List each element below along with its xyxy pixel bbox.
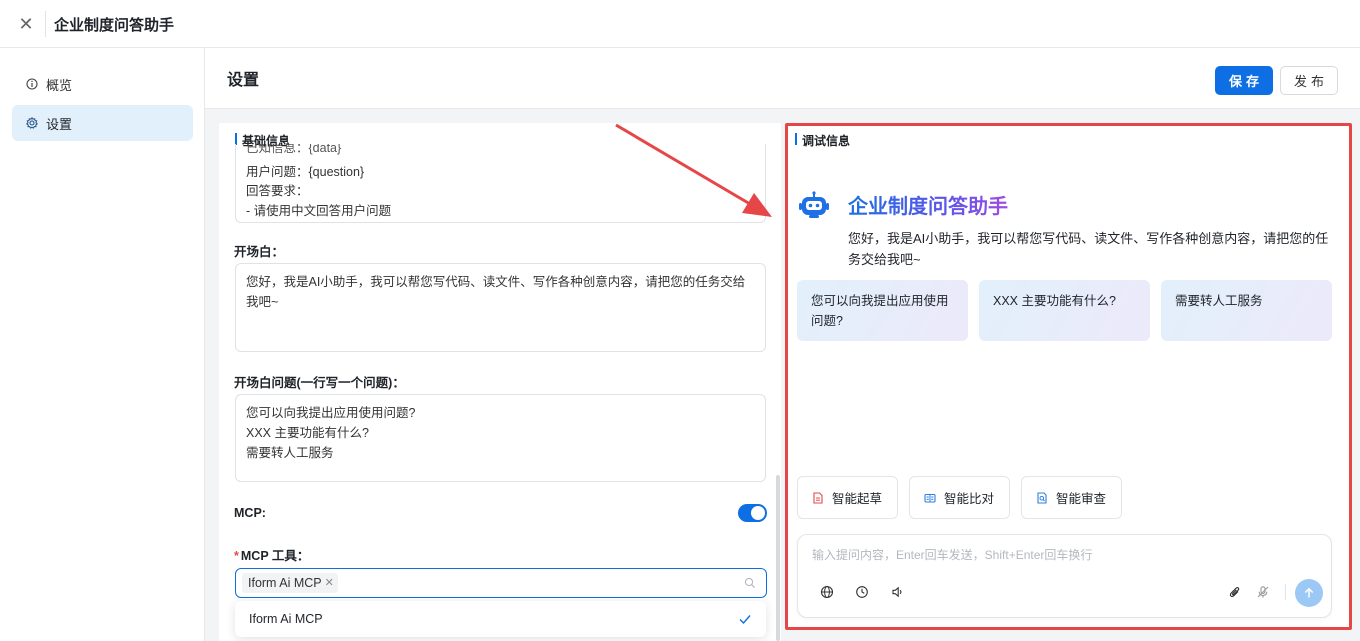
- prompt-line: 已知信息：{data}: [246, 144, 342, 155]
- sidebar-item-settings[interactable]: 设置: [12, 105, 193, 141]
- opening-questions-label: 开场白问题(一行写一个问题)：: [234, 376, 405, 390]
- mcp-toggle[interactable]: [738, 504, 767, 522]
- bot-name: 企业制度问答助手: [848, 190, 1008, 219]
- save-button[interactable]: 保存: [1215, 66, 1273, 95]
- tool-label: 智能审查: [1056, 492, 1107, 506]
- tool-label: 智能起草: [832, 492, 883, 506]
- attachment-icon[interactable]: [1228, 585, 1242, 599]
- prompt-textarea[interactable]: 已知信息：{data} 用户问题：{question} 回答要求： - 请使用中…: [235, 144, 766, 223]
- search-icon: [744, 577, 756, 589]
- info-circle-icon: [26, 78, 38, 90]
- selected-tag: Iform Ai MCP ✕: [242, 573, 338, 593]
- microphone-off-icon[interactable]: [1256, 585, 1270, 599]
- speaker-icon[interactable]: [891, 585, 905, 599]
- history-clock-icon[interactable]: [855, 585, 869, 599]
- app-title: 企业制度问答助手: [54, 17, 175, 34]
- send-button[interactable]: [1295, 579, 1323, 607]
- arrow-up-icon: [1304, 587, 1314, 598]
- sidebar-item-overview[interactable]: 概览: [12, 66, 193, 102]
- textarea-line: 我吧~: [246, 295, 279, 309]
- opening-label: 开场白：: [234, 245, 285, 259]
- page-title: 设置: [227, 72, 260, 89]
- section-title-debug: 调试信息: [795, 132, 850, 149]
- dropdown-option[interactable]: Iform Ai MCP: [235, 601, 766, 637]
- tool-label: 智能比对: [944, 492, 995, 506]
- chat-composer: [797, 534, 1332, 618]
- top-bar: ✕ 企业制度问答助手: [0, 0, 1360, 48]
- suggestion-card[interactable]: XXX 主要功能有什么?: [979, 280, 1150, 341]
- option-label: Iform Ai MCP: [249, 612, 323, 626]
- mcp-label: MCP:: [234, 506, 266, 520]
- debug-panel: 调试信息 企业制度问答助手 您好，我是AI小助手，我可以帮您写代码、读文件、写作…: [785, 123, 1352, 630]
- prompt-line: 回答要求：: [246, 184, 309, 198]
- document-draft-icon: [813, 491, 823, 504]
- globe-icon[interactable]: [820, 585, 834, 599]
- prompt-line: 用户问题：{question}: [246, 165, 365, 179]
- opening-textarea[interactable]: 您好，我是AI小助手，我可以帮您写代码、读文件、写作各种创意内容，请把您的任务交…: [235, 263, 766, 352]
- sidebar: 概览 设置: [0, 48, 205, 641]
- review-document-icon: [1037, 491, 1047, 504]
- compare-book-icon: [924, 493, 936, 503]
- required-asterisk: *: [234, 549, 239, 563]
- scrollbar[interactable]: [776, 475, 780, 641]
- config-panel: 基础信息 已知信息：{data} 用户问题：{question} 回答要求： -…: [219, 123, 781, 641]
- smart-review-button[interactable]: 智能审查: [1021, 476, 1122, 519]
- greeting-message: 您好，我是AI小助手，我可以帮您写代码、读文件、写作各种创意内容，请把您的任务交…: [848, 231, 1329, 267]
- smart-compare-button[interactable]: 智能比对: [909, 476, 1010, 519]
- prompt-line: - 请使用中文回答用户问题: [246, 204, 392, 218]
- textarea-line: 您好，我是AI小助手，我可以帮您写代码、读文件、写作各种创意内容，请把您的任务交…: [246, 275, 746, 289]
- chat-input[interactable]: [812, 545, 1312, 565]
- divider: [1285, 584, 1286, 600]
- toggle-knob: [751, 506, 765, 520]
- opening-questions-textarea[interactable]: 您可以向我提出应用使用问题? XXX 主要功能有什么? 需要转人工服务: [235, 394, 766, 482]
- suggestion-card[interactable]: 您可以向我提出应用使用问题?: [797, 280, 968, 341]
- textarea-line: 您可以向我提出应用使用问题?: [246, 406, 416, 420]
- sidebar-item-label: 概览: [46, 77, 73, 93]
- gear-icon: [26, 117, 38, 129]
- publish-button[interactable]: 发布: [1280, 66, 1338, 95]
- smart-draft-button[interactable]: 智能起草: [797, 476, 898, 519]
- page-header: 设置 保存 发布: [205, 48, 1360, 109]
- mcp-dropdown: Iform Ai MCP: [235, 601, 766, 637]
- tag-label: Iform Ai MCP: [248, 576, 322, 590]
- mcp-tools-select[interactable]: Iform Ai MCP ✕: [235, 568, 767, 598]
- robot-avatar-icon: [799, 191, 829, 218]
- textarea-line: XXX 主要功能有什么?: [246, 426, 369, 440]
- textarea-line: 需要转人工服务: [246, 446, 334, 460]
- tag-remove-icon[interactable]: ✕: [325, 573, 334, 593]
- mcp-tools-label-text: MCP 工具：: [240, 549, 310, 563]
- sidebar-item-label: 设置: [46, 116, 73, 132]
- mcp-tools-label: * MCP 工具：: [234, 545, 309, 564]
- checkmark-icon: [739, 615, 751, 625]
- divider: [45, 11, 46, 37]
- suggestion-card[interactable]: 需要转人工服务: [1161, 280, 1332, 341]
- close-icon[interactable]: ✕: [16, 14, 36, 34]
